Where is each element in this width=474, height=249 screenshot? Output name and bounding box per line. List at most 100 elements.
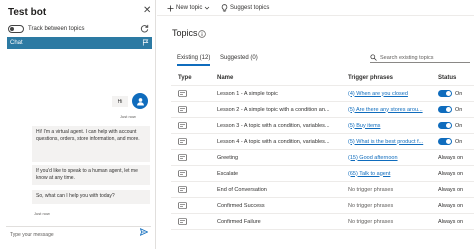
table-header-row: Type Name Trigger phrases Status [171, 71, 474, 86]
test-bot-title: Test bot [8, 7, 47, 18]
column-header-name[interactable]: Name [217, 71, 345, 85]
chat-header-label: Chat [10, 40, 23, 46]
topic-trigger-phrases[interactable]: (65) Talk to agent [348, 166, 436, 181]
status-text: On [455, 106, 463, 113]
column-header-status[interactable]: Status [438, 71, 474, 85]
topic-trigger-phrases[interactable]: (5) What is the best product f... [348, 134, 436, 149]
new-topic-label: New topic [176, 5, 203, 11]
active-tab-indicator [177, 64, 210, 66]
status-text: Always on [438, 186, 464, 193]
topic-name[interactable]: Confirmed Failure [217, 214, 345, 229]
track-topics-toggle[interactable] [8, 25, 24, 33]
flag-icon[interactable] [142, 39, 149, 46]
search-icon [370, 54, 377, 61]
column-header-type[interactable]: Type [178, 71, 218, 85]
topic-type-cell [178, 214, 218, 229]
chat-input-divider [6, 226, 151, 227]
bot-message-bubble: Hi! I'm a virtual agent. I can help with… [32, 126, 150, 162]
topic-trigger-phrases[interactable]: (4) When are you closed [348, 86, 436, 101]
status-text: Always on [438, 202, 464, 209]
status-text: Always on [438, 170, 464, 177]
trigger-phrase-text[interactable]: (65) Talk to agent [348, 171, 390, 177]
info-icon[interactable] [198, 30, 206, 38]
topic-status: Always on [438, 214, 474, 229]
table-row[interactable]: Escalate (65) Talk to agent Always on [171, 166, 474, 182]
plus-icon [167, 5, 174, 11]
trigger-phrase-text: No trigger phrases [348, 218, 394, 225]
topic-name[interactable]: Lesson 1 - A simple topic [217, 86, 345, 101]
trigger-phrase-text[interactable]: (5) What is the best product f... [348, 139, 423, 145]
topic-type-cell [178, 150, 218, 165]
page-title: Topics [172, 28, 198, 38]
close-icon[interactable]: ✕ [143, 6, 151, 16]
new-topic-button[interactable]: New topic [167, 3, 212, 13]
topic-name[interactable]: End of Conversation [217, 182, 345, 197]
table-row[interactable]: Lesson 1 - A simple topic (4) When are yo… [171, 86, 474, 102]
chat-message-input[interactable] [10, 230, 120, 240]
search-input[interactable] [377, 54, 465, 61]
topic-trigger-phrases[interactable]: (5) Buy items [348, 118, 436, 133]
topic-type-cell [178, 86, 218, 101]
refresh-icon[interactable] [140, 24, 149, 33]
table-row[interactable]: Confirmed Failure No trigger phrases Alway… [171, 214, 474, 230]
topic-name[interactable]: Lesson 4 - A topic with a condition, var… [217, 134, 345, 149]
trigger-phrase-text[interactable]: (15) Good afternoon [348, 155, 398, 161]
table-row[interactable]: Lesson 3 - A topic with a condition, var… [171, 118, 474, 134]
status-toggle[interactable] [438, 90, 452, 97]
topic-name[interactable]: Greeting [217, 150, 345, 165]
topic-type-icon [178, 138, 187, 145]
table-row[interactable]: Greeting (15) Good afternoon Always on [171, 150, 474, 166]
trigger-phrase-text[interactable]: (4) When are you closed [348, 91, 408, 97]
topic-type-cell [178, 182, 218, 197]
topic-status: Always on [438, 166, 474, 181]
topic-name[interactable]: Confirmed Success [217, 198, 345, 213]
topic-name[interactable]: Lesson 2 - A simple topic with a conditi… [217, 102, 345, 117]
search-box [370, 53, 470, 63]
topic-type-icon [178, 186, 187, 193]
track-topics-toggle-row: Track between topics [8, 24, 84, 34]
status-text: On [455, 122, 463, 129]
trigger-phrase-text: No trigger phrases [348, 202, 394, 209]
status-text: Always on [438, 154, 464, 161]
topic-status: On [438, 86, 474, 101]
column-header-trigger-phrases[interactable]: Trigger phrases [348, 71, 436, 85]
status-text: On [455, 138, 463, 145]
topic-name[interactable]: Escalate [217, 166, 345, 181]
topic-trigger-phrases: No trigger phrases [348, 198, 436, 213]
status-text: Always on [438, 218, 464, 225]
status-toggle[interactable] [438, 122, 452, 129]
lightbulb-icon [221, 4, 228, 12]
topic-type-icon [178, 202, 187, 209]
tab-suggested[interactable]: Suggested (0) [220, 55, 258, 61]
status-toggle[interactable] [438, 106, 452, 113]
topic-trigger-phrases[interactable]: (5) Are there any stores arou... [348, 102, 436, 117]
topic-type-cell [178, 134, 218, 149]
table-body: Lesson 1 - A simple topic (4) When are yo… [171, 86, 474, 230]
topic-name[interactable]: Lesson 3 - A topic with a condition, var… [217, 118, 345, 133]
topic-trigger-phrases[interactable]: (15) Good afternoon [348, 150, 436, 165]
status-toggle[interactable] [438, 138, 452, 145]
topic-type-cell [178, 166, 218, 181]
tab-existing[interactable]: Existing (12) [177, 55, 210, 61]
topic-status: On [438, 134, 474, 149]
table-row[interactable]: End of Conversation No trigger phrases Alw… [171, 182, 474, 198]
send-icon[interactable] [140, 228, 148, 236]
table-row[interactable]: Lesson 4 - A topic with a condition, var… [171, 134, 474, 150]
topic-status: On [438, 118, 474, 133]
user-message-bubble: Hi [112, 96, 128, 107]
table-row[interactable]: Confirmed Success No trigger phrases Alway… [171, 198, 474, 214]
suggest-topics-button[interactable]: Suggest topics [221, 3, 269, 13]
topic-trigger-phrases: No trigger phrases [348, 214, 436, 229]
table-row[interactable]: Lesson 2 - A simple topic with a conditi… [171, 102, 474, 118]
topic-status: Always on [438, 198, 474, 213]
topic-type-icon [178, 154, 187, 161]
topic-type-icon [178, 106, 187, 113]
trigger-phrase-text[interactable]: (5) Buy items [348, 123, 380, 129]
bot-message-bubble: If you'd like to speak to a human agent,… [32, 165, 150, 185]
status-text: On [455, 90, 463, 97]
trigger-phrase-text[interactable]: (5) Are there any stores arou... [348, 107, 423, 113]
chevron-down-icon [205, 6, 210, 10]
bot-message-bubble: So, what can I help you with today? [32, 190, 150, 204]
topics-table: Type Name Trigger phrases Status Lesson … [171, 71, 474, 230]
chat-header: Chat [7, 37, 152, 49]
